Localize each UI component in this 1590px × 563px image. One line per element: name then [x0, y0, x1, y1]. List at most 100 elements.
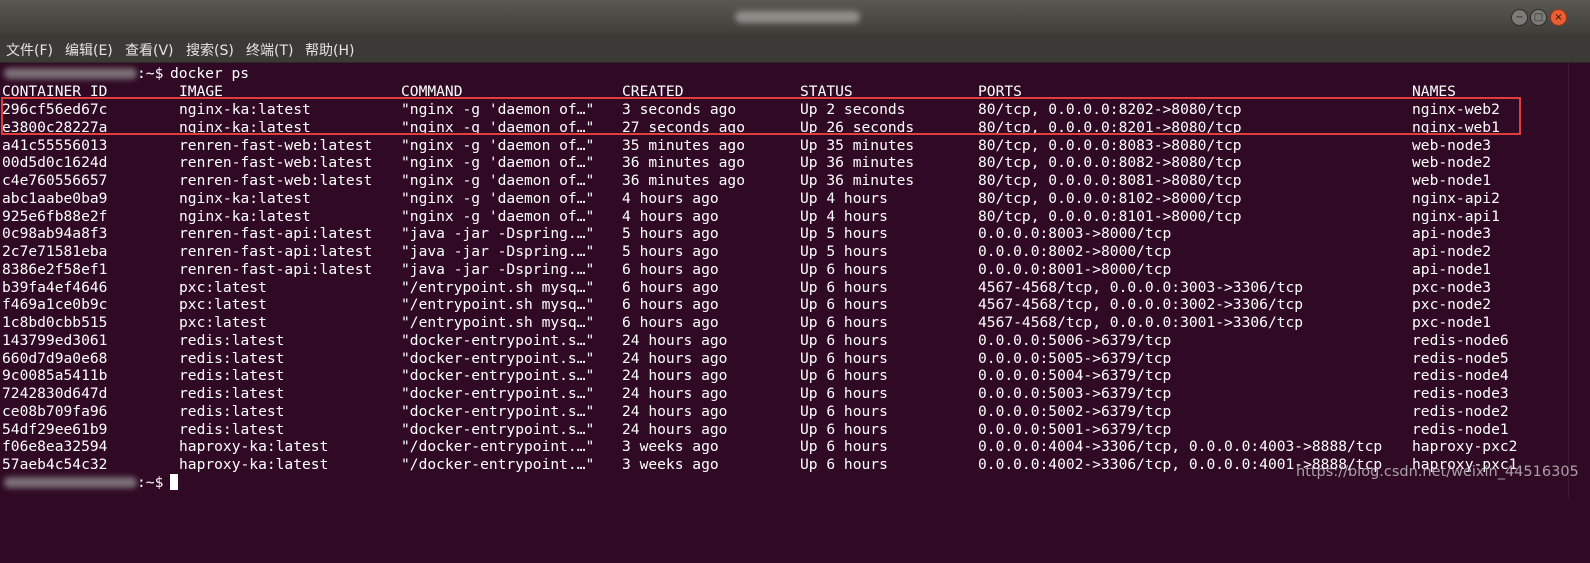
cell-status: Up 5 hours	[800, 225, 888, 243]
title-bar[interactable]: − □ ×	[0, 0, 1590, 34]
cell-names: redis-node6	[1412, 331, 1509, 349]
cell-image: renren-fast-api:latest	[179, 243, 373, 260]
cell-created: 3 weeks ago	[622, 456, 719, 473]
table-row: ce08b709fa96 redis:latest "docker-entrypoi…	[0, 403, 1568, 421]
window-title-redacted	[735, 11, 860, 23]
cell-names: redis-node3	[1412, 385, 1509, 402]
menu-help[interactable]: 帮助(H)	[305, 40, 354, 60]
menu-terminal[interactable]: 终端(T)	[246, 40, 293, 60]
cell-command: "java -jar -Dspring.…"	[401, 243, 595, 260]
username-redacted	[4, 476, 137, 488]
table-row: 925e6fb88e2f nginx-ka:latest "nginx -g 'da…	[0, 208, 1568, 226]
table-row: 2c7e71581eba renren-fast-api:latest "java …	[0, 243, 1568, 261]
prompt-suffix: :~$	[137, 473, 173, 491]
cell-image: redis:latest	[179, 331, 285, 349]
cell-container-id: 8386e2f58ef1	[2, 260, 108, 278]
cell-names: pxc-node1	[1412, 314, 1492, 331]
cell-command: "nginx -g 'daemon of…"	[401, 207, 595, 225]
maximize-icon[interactable]: □	[1530, 9, 1547, 26]
cell-ports: 0.0.0.0:5005->6379/tcp	[978, 349, 1172, 367]
cell-status: Up 35 minutes	[800, 136, 915, 154]
cell-container-id: 00d5d0c1624d	[2, 154, 108, 172]
cell-container-id: f469a1ce0b9c	[2, 296, 108, 314]
table-row: f06e8ea32594 haproxy-ka:latest "/docker-en…	[0, 438, 1568, 456]
table-row: abc1aabe0ba9 nginx-ka:latest "nginx -g 'da…	[0, 190, 1568, 208]
cell-status: Up 6 hours	[800, 296, 888, 314]
cell-created: 4 hours ago	[622, 207, 719, 225]
table-row: 660d7d9a0e68 redis:latest "docker-entrypoi…	[0, 350, 1568, 368]
cell-image: redis:latest	[179, 367, 285, 385]
cell-ports: 0.0.0.0:8003->8000/tcp	[978, 225, 1172, 243]
cell-status: Up 6 hours	[800, 260, 888, 278]
cell-ports: 80/tcp, 0.0.0.0:8101->8000/tcp	[978, 207, 1242, 225]
cell-command: "nginx -g 'daemon of…"	[401, 154, 595, 172]
cell-image: renren-fast-web:latest	[179, 172, 373, 189]
cell-container-id: 9c0085a5411b	[2, 367, 108, 385]
cell-created: 6 hours ago	[622, 296, 719, 314]
cell-container-id: 660d7d9a0e68	[2, 349, 108, 367]
cell-names: pxc-node2	[1412, 296, 1492, 314]
cell-names: haproxy-pxc2	[1412, 438, 1518, 456]
cell-container-id: 0c98ab94a8f3	[2, 225, 108, 243]
cell-container-id: 1c8bd0cbb515	[2, 314, 108, 331]
cell-container-id: 2c7e71581eba	[2, 243, 108, 260]
cell-names: pxc-node3	[1412, 278, 1492, 296]
cell-image: haproxy-ka:latest	[179, 438, 329, 456]
cell-ports: 0.0.0.0:5006->6379/tcp	[978, 331, 1172, 349]
cell-ports: 0.0.0.0:5001->6379/tcp	[978, 420, 1172, 438]
cell-command: "/entrypoint.sh mysq…"	[401, 314, 595, 331]
cell-status: Up 6 hours	[800, 349, 888, 367]
cell-command: "/entrypoint.sh mysq…"	[401, 278, 595, 296]
cell-command: "nginx -g 'daemon of…"	[401, 136, 595, 154]
cell-command: "docker-entrypoint.s…"	[401, 385, 595, 402]
cell-created: 5 hours ago	[622, 225, 719, 243]
menu-search[interactable]: 搜索(S)	[186, 40, 234, 60]
cell-ports: 4567-4568/tcp, 0.0.0.0:3001->3306/tcp	[978, 314, 1304, 331]
cell-status: Up 6 hours	[800, 331, 888, 349]
cell-image: nginx-ka:latest	[179, 189, 311, 207]
table-row: 54df29ee61b9 redis:latest "docker-entrypoi…	[0, 421, 1568, 439]
menu-bar: 文件(F) 编辑(E) 查看(V) 搜索(S) 终端(T) 帮助(H)	[0, 34, 1590, 63]
table-row: 0c98ab94a8f3 renren-fast-api:latest "java …	[0, 225, 1568, 243]
cell-container-id: b39fa4ef4646	[2, 278, 108, 296]
menu-view[interactable]: 查看(V)	[125, 40, 174, 60]
cell-created: 35 minutes ago	[622, 136, 746, 154]
cell-created: 24 hours ago	[622, 331, 728, 349]
cell-command: "/docker-entrypoint.…"	[401, 438, 595, 456]
cell-created: 6 hours ago	[622, 260, 719, 278]
cell-command: "docker-entrypoint.s…"	[401, 420, 595, 438]
scrollbar[interactable]	[1568, 63, 1590, 498]
menu-edit[interactable]: 编辑(E)	[65, 40, 113, 60]
cell-image: redis:latest	[179, 402, 285, 420]
cell-command: "docker-entrypoint.s…"	[401, 367, 595, 385]
cell-ports: 80/tcp, 0.0.0.0:8102->8000/tcp	[978, 189, 1242, 207]
table-row: 9c0085a5411b redis:latest "docker-entrypoi…	[0, 367, 1568, 385]
cell-ports: 0.0.0.0:5003->6379/tcp	[978, 385, 1172, 402]
table-row: 143799ed3061 redis:latest "docker-entrypoi…	[0, 332, 1568, 350]
table-row: 1c8bd0cbb515 pxc:latest "/entrypoint.sh my…	[0, 314, 1568, 332]
cell-names: redis-node1	[1412, 420, 1509, 438]
cell-names: web-node2	[1412, 154, 1492, 172]
cell-container-id: abc1aabe0ba9	[2, 189, 108, 207]
cell-created: 24 hours ago	[622, 367, 728, 385]
cell-names: api-node2	[1412, 243, 1492, 260]
cell-status: Up 6 hours	[800, 385, 888, 402]
cell-command: "docker-entrypoint.s…"	[401, 402, 595, 420]
cell-ports: 80/tcp, 0.0.0.0:8082->8080/tcp	[978, 154, 1242, 172]
cell-container-id: 143799ed3061	[2, 331, 108, 349]
close-icon[interactable]: ×	[1550, 9, 1567, 26]
cell-status: Up 6 hours	[800, 456, 888, 473]
table-row: f469a1ce0b9c pxc:latest "/entrypoint.sh my…	[0, 296, 1568, 314]
text-cursor	[170, 473, 178, 492]
cell-names: api-node1	[1412, 260, 1492, 278]
username-redacted	[4, 68, 137, 79]
menu-file[interactable]: 文件(F)	[6, 40, 53, 60]
cell-command: "docker-entrypoint.s…"	[401, 331, 595, 349]
cell-image: redis:latest	[179, 420, 285, 438]
cell-names: nginx-api1	[1412, 207, 1500, 225]
cell-created: 5 hours ago	[622, 243, 719, 260]
cell-names: nginx-api2	[1412, 189, 1500, 207]
command-prompt-line: :~$ docker ps	[0, 65, 1568, 83]
minimize-icon[interactable]: −	[1511, 9, 1528, 26]
cell-ports: 4567-4568/tcp, 0.0.0.0:3003->3306/tcp	[978, 278, 1304, 296]
